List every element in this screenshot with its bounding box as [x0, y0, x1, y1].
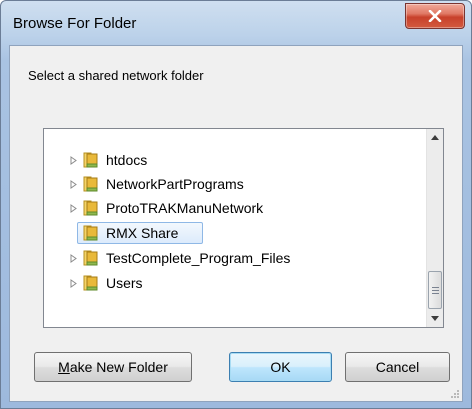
- resize-grip-icon[interactable]: [450, 389, 460, 399]
- expand-arrow-icon[interactable]: [68, 155, 78, 165]
- tree-item[interactable]: NetworkPartPrograms: [44, 173, 416, 195]
- tree-item-label: NetworkPartPrograms: [106, 176, 244, 192]
- button-label: Cancel: [375, 359, 420, 375]
- arrow-up-icon: [431, 135, 439, 140]
- tree-item-selected[interactable]: RMX Share: [44, 222, 416, 244]
- scroll-up-button[interactable]: [427, 129, 443, 146]
- instruction-text: Select a shared network folder: [28, 68, 204, 83]
- folder-icon: [83, 275, 98, 291]
- folder-tree[interactable]: htdocs NetworkPartPrograms ProtoTRAKManu…: [43, 128, 444, 328]
- tree-item-label: Users: [106, 275, 143, 291]
- expand-arrow-icon[interactable]: [68, 203, 78, 213]
- mnemonic-letter: M: [58, 359, 70, 375]
- cancel-button[interactable]: Cancel: [345, 352, 450, 382]
- folder-icon: [83, 250, 98, 266]
- close-icon: [428, 10, 442, 22]
- button-label: ake New Folder: [69, 359, 168, 375]
- vertical-scrollbar[interactable]: [426, 129, 443, 327]
- browse-for-folder-dialog: Browse For Folder Select a shared networ…: [0, 0, 472, 409]
- tree-item[interactable]: htdocs: [44, 149, 416, 171]
- expand-arrow-icon[interactable]: [68, 253, 78, 263]
- ok-button[interactable]: OK: [229, 352, 332, 382]
- title-bar[interactable]: Browse For Folder: [1, 1, 471, 45]
- close-button[interactable]: [405, 3, 465, 29]
- arrow-down-icon: [431, 316, 439, 321]
- tree-item-label: RMX Share: [106, 225, 179, 241]
- button-label: OK: [270, 359, 291, 375]
- folder-icon: [83, 152, 98, 168]
- folder-icon: [83, 176, 98, 192]
- expand-arrow-icon[interactable]: [68, 179, 78, 189]
- tree-item[interactable]: ProtoTRAKManuNetwork: [44, 197, 416, 219]
- scroll-thumb[interactable]: [428, 271, 442, 309]
- folder-icon: [83, 200, 98, 216]
- dialog-body: Select a shared network folder htdocs Ne…: [9, 45, 463, 402]
- make-new-folder-button[interactable]: Make New Folder: [34, 352, 192, 382]
- tree-item[interactable]: Users: [44, 272, 416, 294]
- tree-item-label: ProtoTRAKManuNetwork: [106, 200, 264, 216]
- expand-arrow-icon[interactable]: [68, 278, 78, 288]
- tree-item-label: TestComplete_Program_Files: [106, 250, 291, 266]
- window-title: Browse For Folder: [13, 15, 137, 32]
- tree-item[interactable]: TestComplete_Program_Files: [44, 247, 416, 269]
- scroll-down-button[interactable]: [427, 310, 443, 327]
- grip-icon: [432, 287, 439, 296]
- folder-icon: [83, 225, 98, 241]
- tree-item-label: htdocs: [106, 152, 148, 168]
